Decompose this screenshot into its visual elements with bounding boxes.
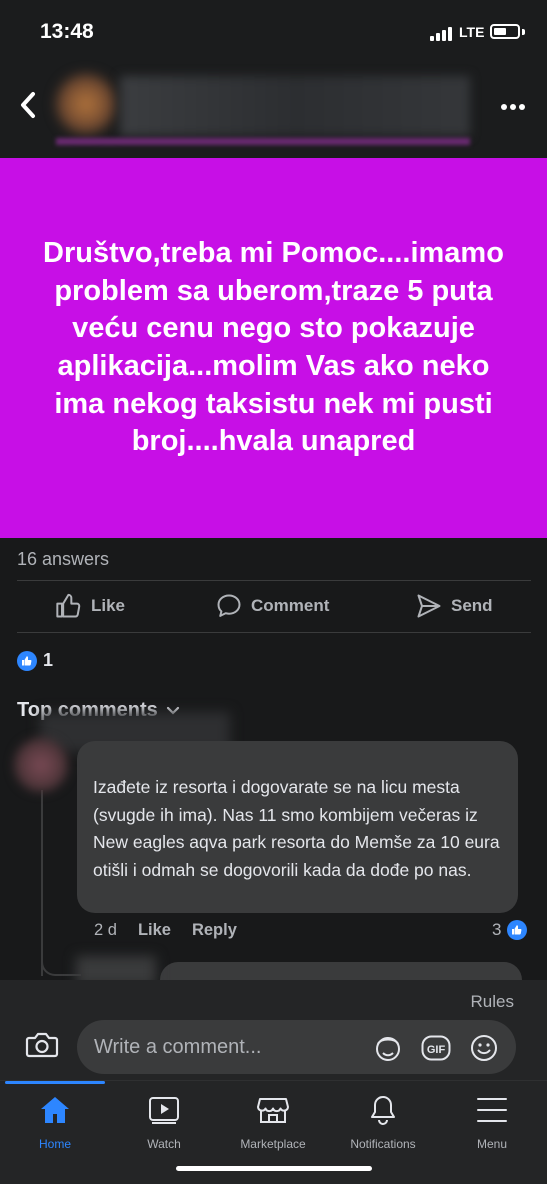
thumbs-up-icon [56,593,81,618]
comment-bubble[interactable]: Izađete iz resorta i dogovarate se na li… [77,741,518,913]
commenter-avatar[interactable] [14,738,68,792]
tab-watch[interactable]: Watch [109,1093,219,1151]
home-icon [41,1097,69,1123]
comment-reply-button[interactable]: Reply [192,921,237,940]
send-icon [417,594,441,618]
tab-notifications-label: Notifications [350,1137,416,1151]
comment-like-count: 3 [492,920,502,939]
watch-icon [149,1097,179,1124]
active-tab-indicator [5,1081,105,1084]
send-label: Send [451,596,493,615]
tab-home[interactable]: Home [0,1093,110,1151]
reaction-count: 1 [43,650,54,670]
more-horizontal-icon [501,104,525,110]
author-name-redacted[interactable] [120,76,470,136]
menu-icon [477,1098,507,1122]
tab-notifications[interactable]: Notifications [328,1093,438,1151]
comment-time: 2 d [94,921,117,939]
camera-button[interactable] [25,1030,59,1065]
network-label: LTE [459,24,485,40]
comment-input[interactable]: Write a comment... GIF [77,1020,516,1074]
like-label: Like [91,596,126,615]
tab-home-label: Home [38,1137,71,1151]
chevron-left-icon [21,92,35,118]
rules-link[interactable]: Rules [471,992,514,1012]
comment-composer: Rules Write a comment... GIF [0,980,547,1080]
comment-reactions[interactable]: 3 [492,920,528,940]
post-text-banner: Društvo,treba mi Pomoc....imamo problem … [0,158,547,538]
emoji-button[interactable] [468,1032,500,1069]
answers-count[interactable]: 16 answers [17,549,109,570]
comment-icon [217,594,241,617]
thread-connector [41,940,81,976]
comment-button[interactable]: Comment [215,592,329,620]
tab-marketplace-label: Marketplace [240,1137,306,1151]
battery-tip [522,29,525,35]
tab-watch-label: Watch [147,1137,181,1151]
like-reaction-icon [17,650,37,671]
gif-button[interactable]: GIF [420,1032,452,1069]
marketplace-icon [257,1098,289,1123]
camera-icon [25,1032,59,1058]
home-indicator [176,1166,372,1171]
bell-icon [371,1096,395,1125]
author-avatar[interactable] [56,74,116,134]
comment-label: Comment [251,596,330,615]
emoji-icon [471,1035,497,1061]
signal-icon [430,27,452,41]
redacted-line [56,138,470,145]
tab-menu[interactable]: Menu [437,1093,547,1151]
reactions-summary[interactable]: 1 [17,650,53,671]
comment-text: Izađete iz resorta i dogovarate se na li… [93,777,500,880]
comment-meta: 2 d Like Reply [94,921,237,940]
avatar-sticker-icon [376,1037,400,1061]
divider [17,580,531,581]
post-text: Društvo,treba mi Pomoc....imamo problem … [43,236,504,458]
like-reaction-icon [507,920,528,940]
post-header [0,64,547,158]
svg-text:GIF: GIF [427,1044,446,1056]
tab-menu-label: Menu [476,1137,508,1151]
like-button[interactable]: Like [55,592,125,620]
avatar-sticker-button[interactable] [372,1032,404,1069]
more-button[interactable] [500,92,530,116]
gif-icon: GIF [421,1035,451,1061]
comment-like-button[interactable]: Like [138,921,171,940]
send-button[interactable]: Send [415,592,493,620]
post-actions: Like Comment Send [0,586,547,630]
back-button[interactable] [18,90,48,124]
battery-icon [490,24,520,39]
status-time: 13:48 [40,20,94,43]
comment-placeholder: Write a comment... [94,1036,262,1058]
divider [17,632,531,633]
tab-marketplace[interactable]: Marketplace [218,1093,328,1151]
status-bar: 13:48 LTE [0,0,547,64]
